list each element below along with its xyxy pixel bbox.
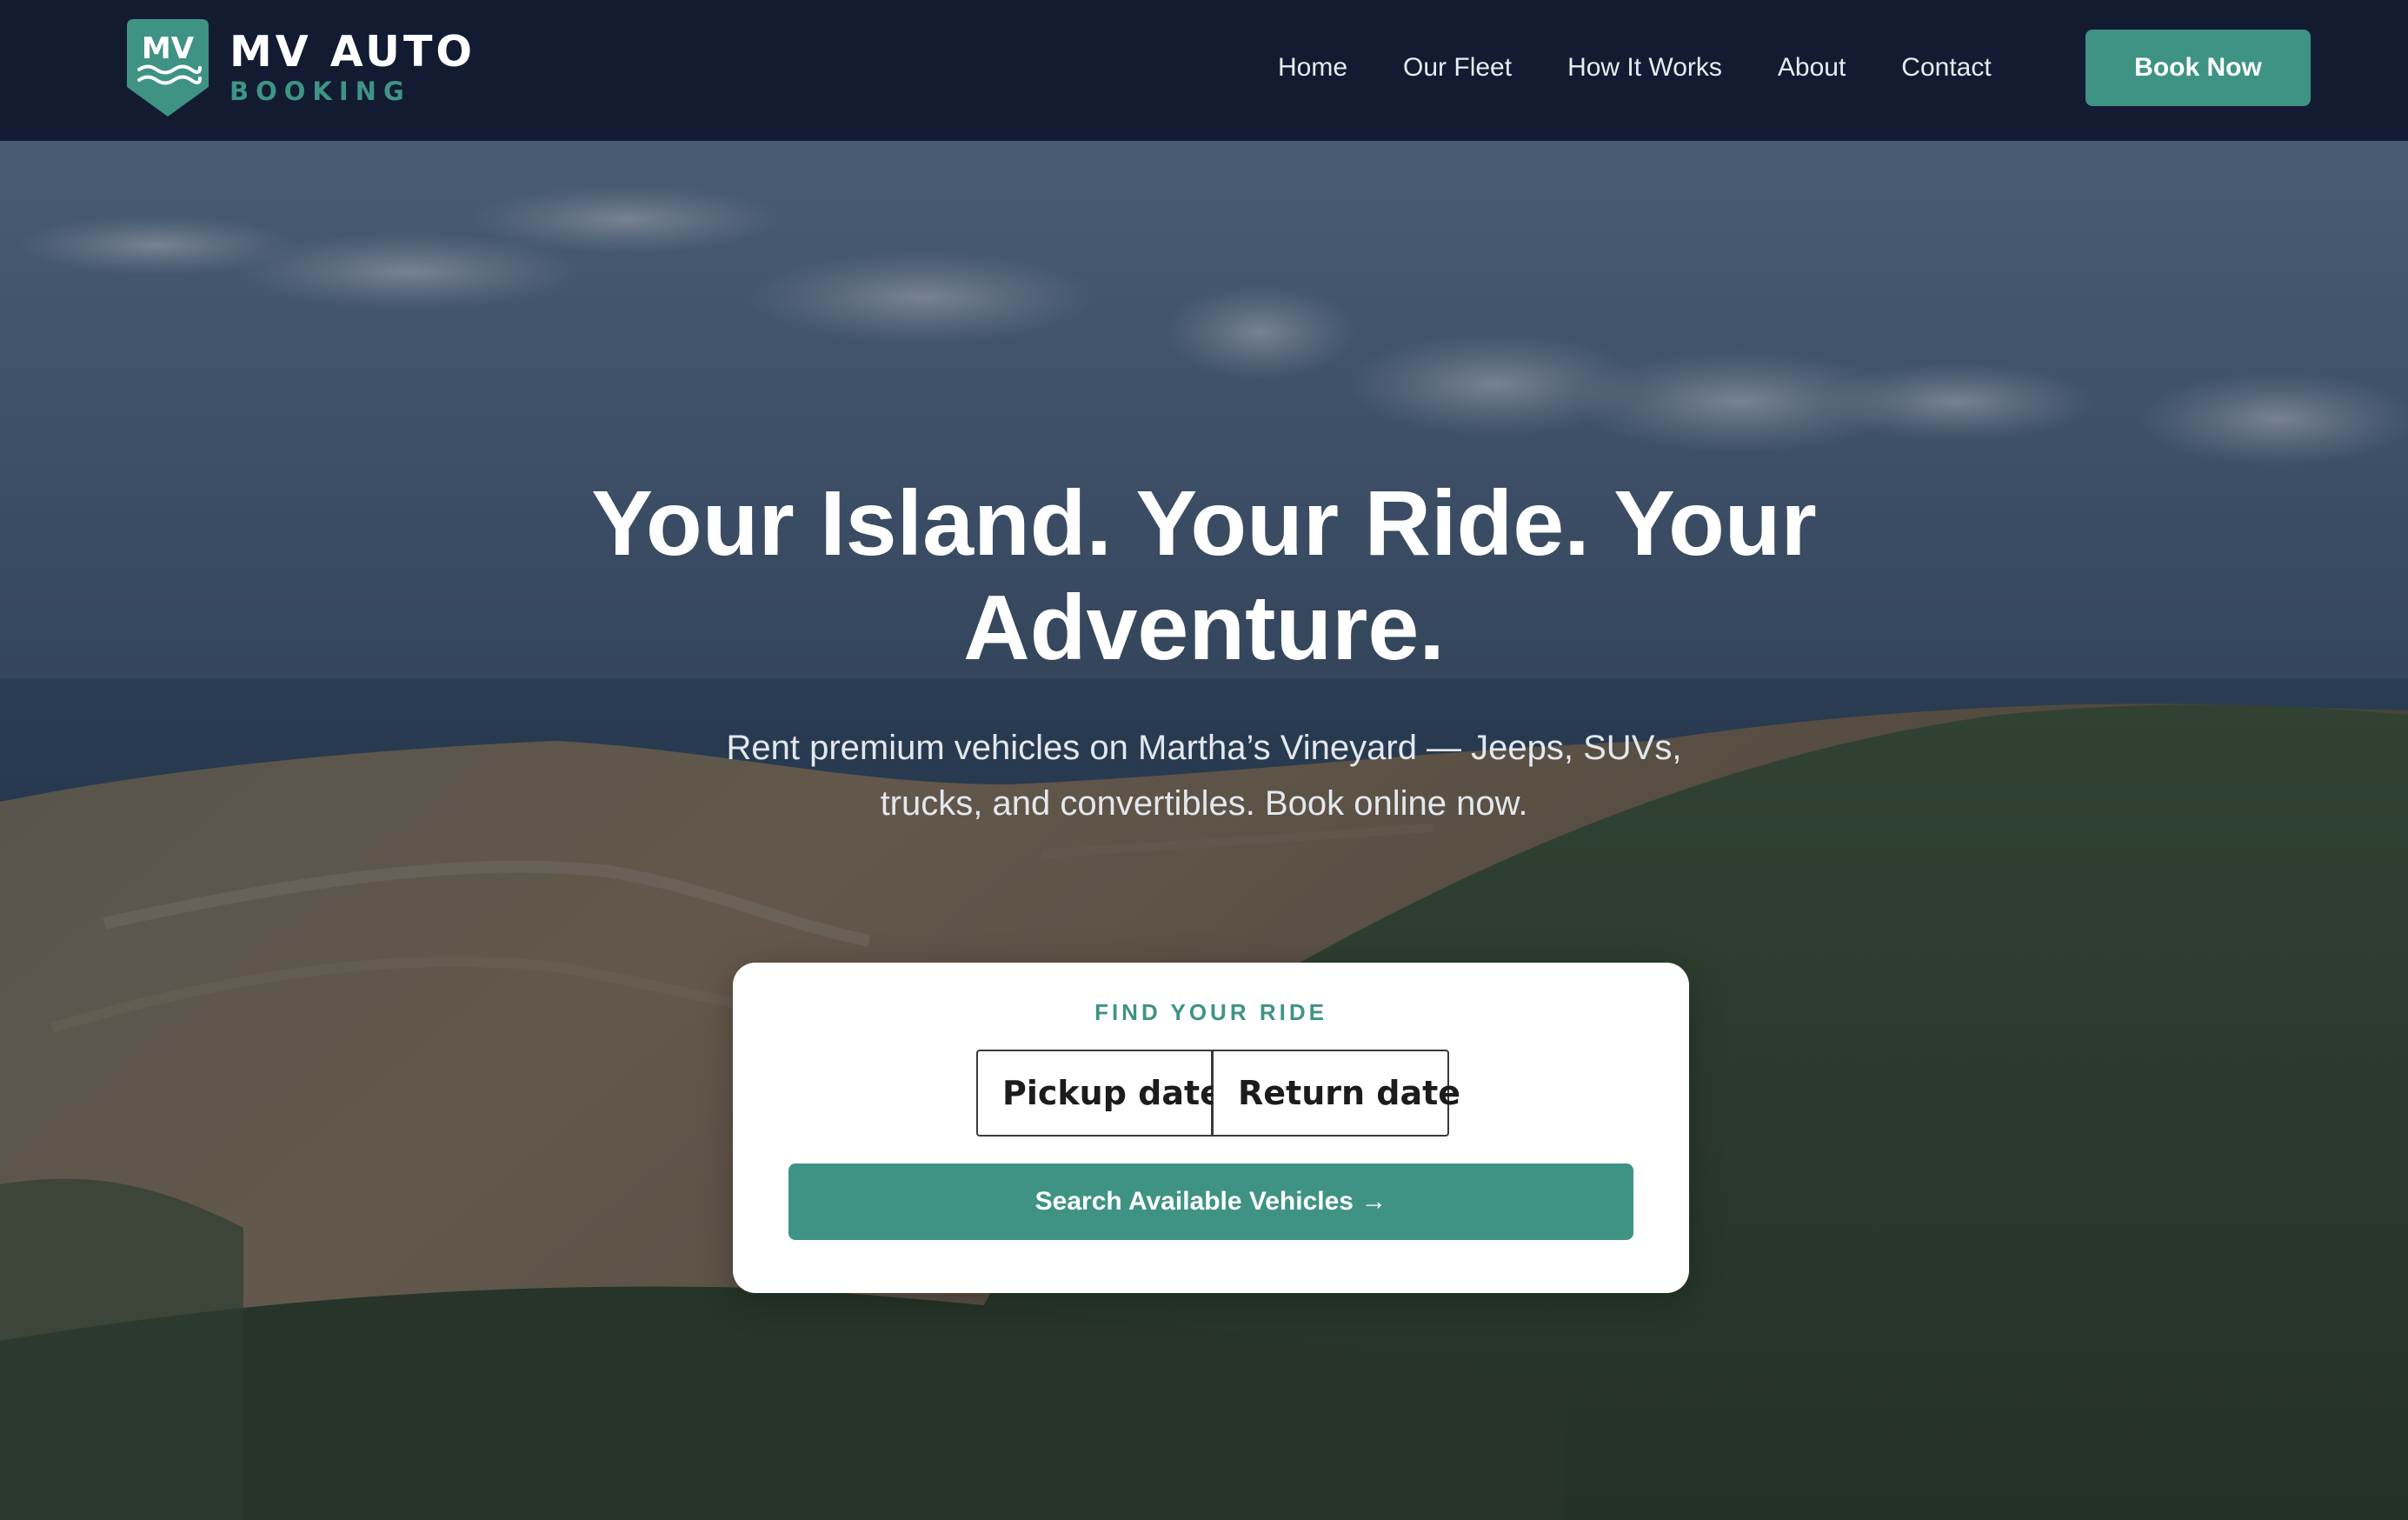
hero-section: Your Island. Your Ride. Your Adventure. … [0,141,2408,1520]
hero-subtitle: Rent premium vehicles on Martha’s Vineya… [726,729,1682,823]
nav-link-home[interactable]: Home [1278,53,1347,83]
logo-text: MV AUTO BOOKING [229,29,476,107]
pickup-date-field[interactable]: Pickup date [976,1050,1222,1137]
nav-link-about[interactable]: About [1778,53,1846,83]
nav-link-contact[interactable]: Contact [1901,53,1991,83]
hero-content: Your Island. Your Ride. Your Adventure. … [0,141,2408,1520]
nav-link-how-it-works[interactable]: How It Works [1567,53,1722,83]
book-now-button[interactable]: Book Now [2085,30,2311,106]
logo[interactable]: MV MV AUTO BOOKING [127,19,476,117]
search-vehicles-button[interactable]: Search Available Vehicles → [788,1163,1633,1240]
navbar: MV MV AUTO BOOKING Home Our Fleet How It… [0,0,2408,141]
nav-link-our-fleet[interactable]: Our Fleet [1403,53,1512,83]
return-date-field[interactable]: Return date [1213,1050,1460,1137]
main-nav: Home Our Fleet How It Works About Contac… [1278,0,1992,136]
search-card: FIND YOUR RIDE Pickup date Return date Se… [733,963,1689,1293]
search-card-label: FIND YOUR RIDE [1094,999,1327,1025]
date-range-group: Pickup date Return date [976,1050,1460,1137]
logo-tagline: BOOKING [229,77,411,106]
logo-title: MV AUTO [229,27,476,77]
logo-badge-icon: MV [127,19,209,117]
logo-badge-text: MV [142,31,195,66]
hero-title: Your Island. Your Ride. Your Adventure. [591,472,1817,679]
